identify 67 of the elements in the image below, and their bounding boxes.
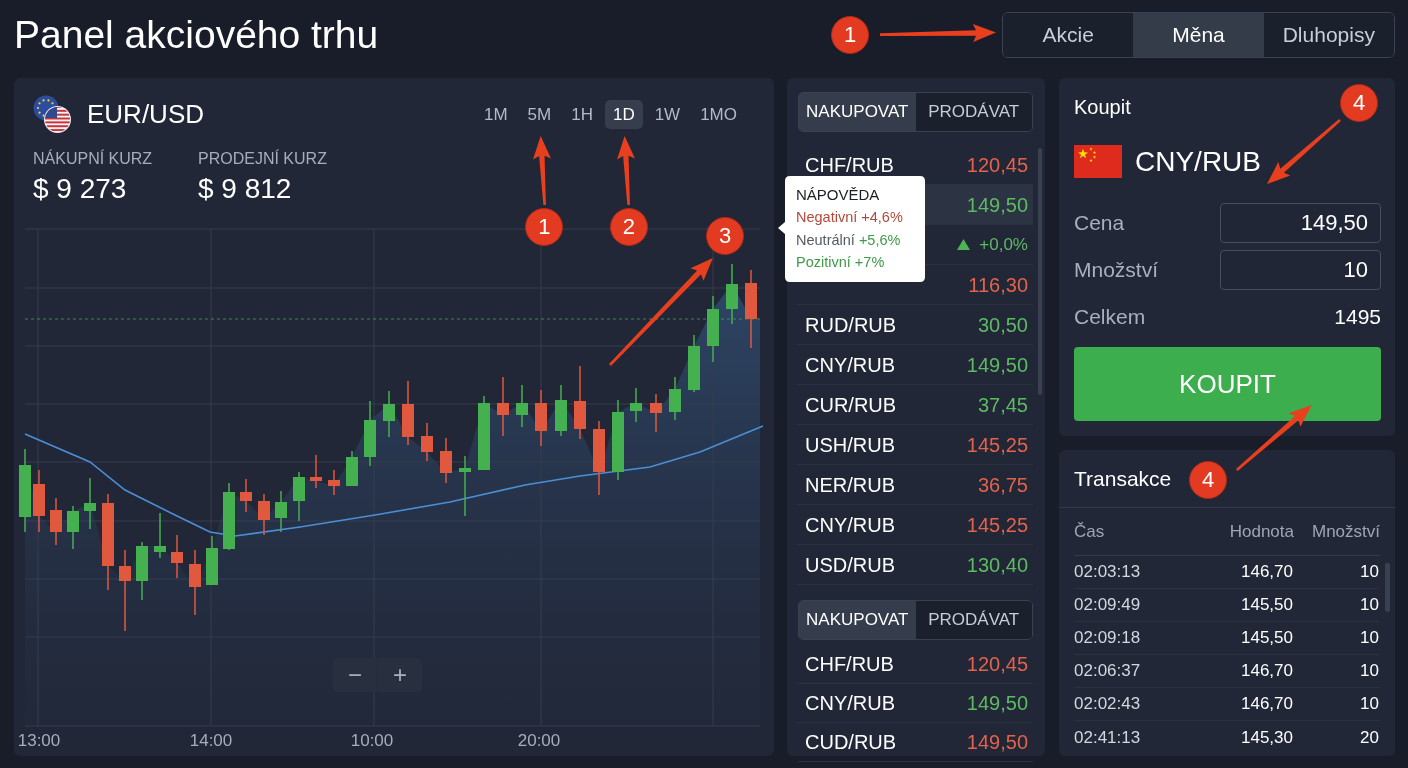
pair-name: RUD/RUB — [805, 312, 897, 337]
axis-label: 10:00 — [350, 731, 394, 750]
quantity-text: 10 — [1360, 694, 1379, 714]
pair-name: CNY/RUB — [805, 352, 895, 377]
field-label: Cena — [1074, 210, 1125, 237]
pair-name: CHF/RUB — [805, 652, 894, 676]
axis-label: 20:00 — [517, 731, 561, 750]
price-text: 145,50 — [1241, 628, 1293, 648]
pair-name: USH/RUB — [805, 432, 895, 457]
quantity-text: 10 — [1360, 562, 1379, 582]
total-value: 1495 — [1334, 304, 1381, 331]
price-text: 146,70 — [1241, 562, 1293, 582]
pair-name: CNY/RUB — [805, 512, 895, 537]
quote-label: PRODEJNÍ KURZ — [198, 149, 327, 169]
rate-value: 145,25 — [966, 432, 1028, 457]
field-label: Množství — [1074, 257, 1159, 284]
pair-name: CNY/RUB — [805, 691, 895, 715]
pair-name: USD/RUB — [805, 552, 895, 577]
price-text: 145,50 — [1241, 595, 1293, 615]
page-title: Panel akciového trhu — [14, 12, 379, 58]
legend-line: Neutrální +5,6% — [796, 230, 901, 250]
time-text: 02:03:13 — [1074, 562, 1141, 582]
rate-value: 30,50 — [977, 312, 1028, 337]
price-text: 146,70 — [1241, 661, 1293, 681]
rate-value: 149,50 — [966, 691, 1028, 715]
rate-value: 120,45 — [966, 152, 1028, 177]
quantity-text: 20 — [1360, 727, 1379, 747]
price-text: 145,30 — [1241, 727, 1293, 747]
panel-title: Transakce — [1074, 465, 1172, 492]
tooltip-title: NÁPOVĚDA — [796, 185, 880, 205]
quantity-text: 10 — [1360, 595, 1379, 615]
time-text: 02:09:49 — [1074, 595, 1141, 615]
rate-value: 130,40 — [966, 552, 1028, 577]
field-label: Celkem — [1074, 304, 1146, 331]
pair-name: CNY/RUB — [1135, 145, 1261, 178]
time-text: 02:06:37 — [1074, 661, 1141, 681]
legend-line: Negativní +4,6% — [796, 208, 903, 227]
quantity-text: 10 — [1360, 628, 1379, 648]
column-header: Hodnota — [1229, 521, 1294, 541]
rate-value: 149,50 — [966, 352, 1028, 377]
price-text: 146,70 — [1241, 694, 1293, 714]
change-value: +0,0% — [979, 233, 1028, 256]
pair-name: CUR/RUB — [805, 392, 897, 417]
rate-value: 149,50 — [966, 730, 1028, 754]
rate-value: 116,30 — [968, 272, 1028, 297]
axis-label: 14:00 — [189, 731, 233, 750]
quote-label: NÁKUPNÍ KURZ — [33, 149, 153, 169]
rate-value: 36,75 — [977, 472, 1028, 497]
pair-name: NER/RUB — [805, 472, 895, 497]
quote-value: $ 9 273 — [33, 172, 127, 206]
rate-value: 37,45 — [977, 392, 1028, 417]
time-text: 02:02:43 — [1074, 694, 1141, 714]
time-text: 02:41:13 — [1074, 727, 1141, 747]
rate-value: 120,45 — [966, 652, 1028, 676]
axis-label: 13:00 — [17, 731, 61, 750]
panel-title: Koupit — [1074, 95, 1131, 119]
pair-name: CUD/RUB — [805, 730, 897, 754]
pair-name: EUR/USD — [87, 99, 204, 129]
rate-value: 149,50 — [966, 192, 1028, 217]
pair-name: CHF/RUB — [805, 152, 894, 177]
column-header: Množství — [1311, 521, 1380, 541]
quantity-text: 10 — [1360, 661, 1379, 681]
rate-value: 145,25 — [966, 512, 1028, 537]
quote-value: $ 9 812 — [198, 172, 292, 206]
time-text: 02:09:18 — [1074, 628, 1141, 648]
callout-marker: 1 — [831, 16, 869, 54]
column-header: Čas — [1074, 521, 1105, 541]
